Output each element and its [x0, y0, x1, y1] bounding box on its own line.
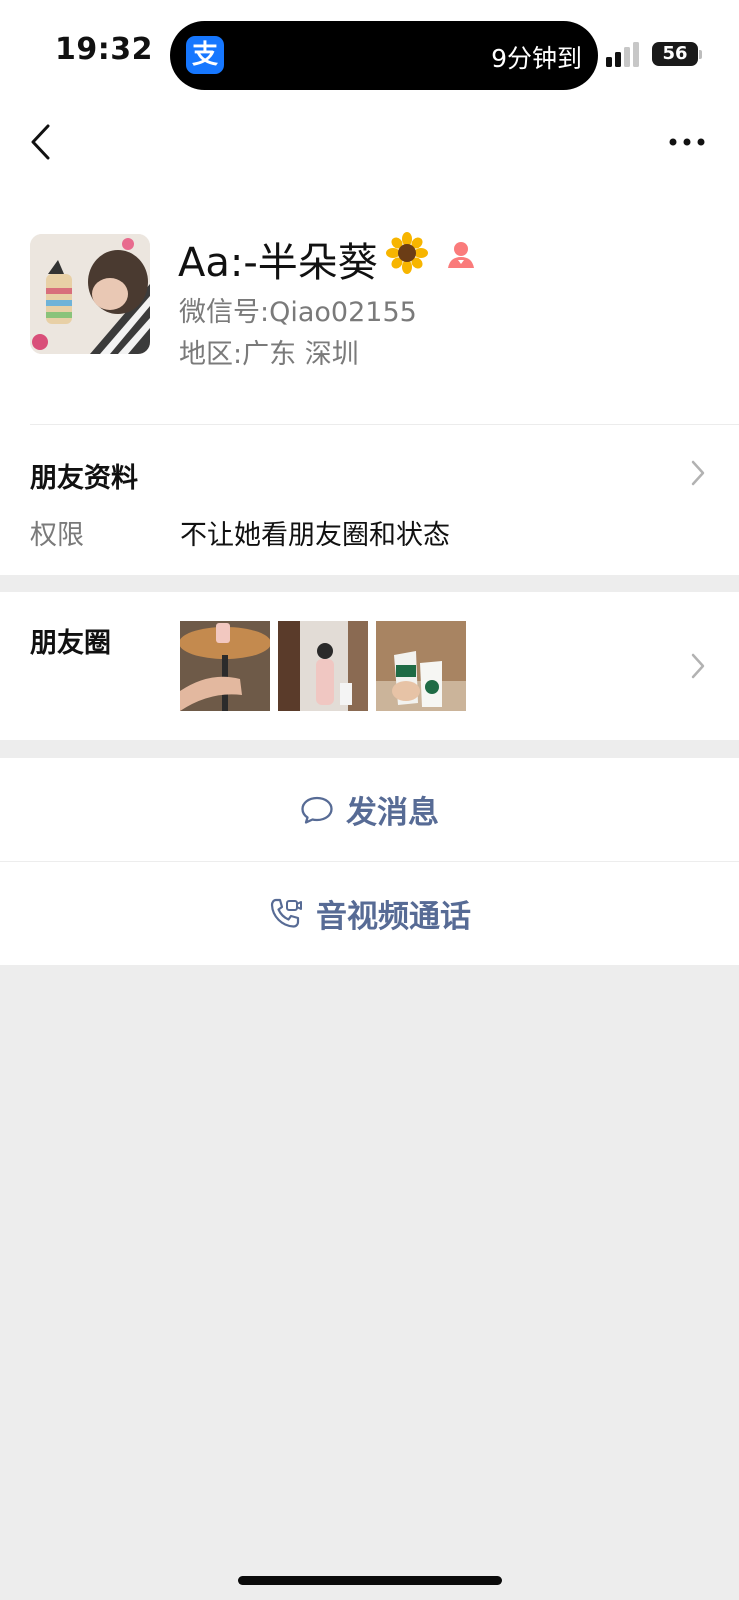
send-message-button[interactable]: 发消息: [0, 758, 739, 861]
phone-video-icon: [270, 898, 302, 928]
moments-thumbnail[interactable]: [180, 621, 270, 711]
av-call-button[interactable]: 音视频通话: [0, 862, 739, 965]
sunflower-emoji: [386, 232, 428, 274]
divider: [30, 424, 739, 425]
permission-label: 权限: [30, 520, 84, 551]
profile-name: Aa:-半朵葵: [178, 240, 378, 286]
chevron-right-icon[interactable]: [690, 652, 706, 680]
avatar[interactable]: [30, 234, 150, 354]
home-indicator[interactable]: [238, 1576, 502, 1585]
cellular-signal-icon: [606, 42, 639, 67]
permission-value: 不让她看朋友圈和状态: [180, 520, 450, 551]
send-message-label: 发消息: [346, 795, 439, 831]
moments-row[interactable]: [0, 592, 739, 740]
ellipsis-icon[interactable]: [668, 131, 706, 153]
moments-thumbnail[interactable]: [376, 621, 466, 711]
battery-indicator: 56: [652, 42, 698, 66]
region: 地区:广东 深圳: [179, 332, 359, 371]
female-icon: [448, 242, 474, 268]
island-eta-text: 9分钟到: [491, 44, 582, 73]
chat-bubble-icon: [301, 796, 333, 824]
chevron-left-icon[interactable]: [28, 120, 58, 164]
wechat-id-label: 微信号:: [179, 297, 270, 328]
moments-thumbnail[interactable]: [278, 621, 368, 711]
alipay-icon: 支: [186, 36, 224, 74]
region-label: 地区:: [179, 339, 243, 370]
friend-info-title[interactable]: 朋友资料: [30, 456, 138, 495]
moments-title: 朋友圈: [30, 628, 111, 659]
wechat-id-value: Qiao02155: [269, 297, 417, 328]
dynamic-island[interactable]: 支 9分钟到: [170, 21, 598, 90]
av-call-label: 音视频通话: [316, 899, 471, 935]
battery-tip: [699, 50, 702, 59]
wechat-id: 微信号:Qiao02155: [179, 290, 417, 329]
status-time: 19:32: [55, 32, 153, 67]
chevron-right-icon[interactable]: [690, 459, 706, 487]
region-value: 广东 深圳: [242, 339, 359, 370]
